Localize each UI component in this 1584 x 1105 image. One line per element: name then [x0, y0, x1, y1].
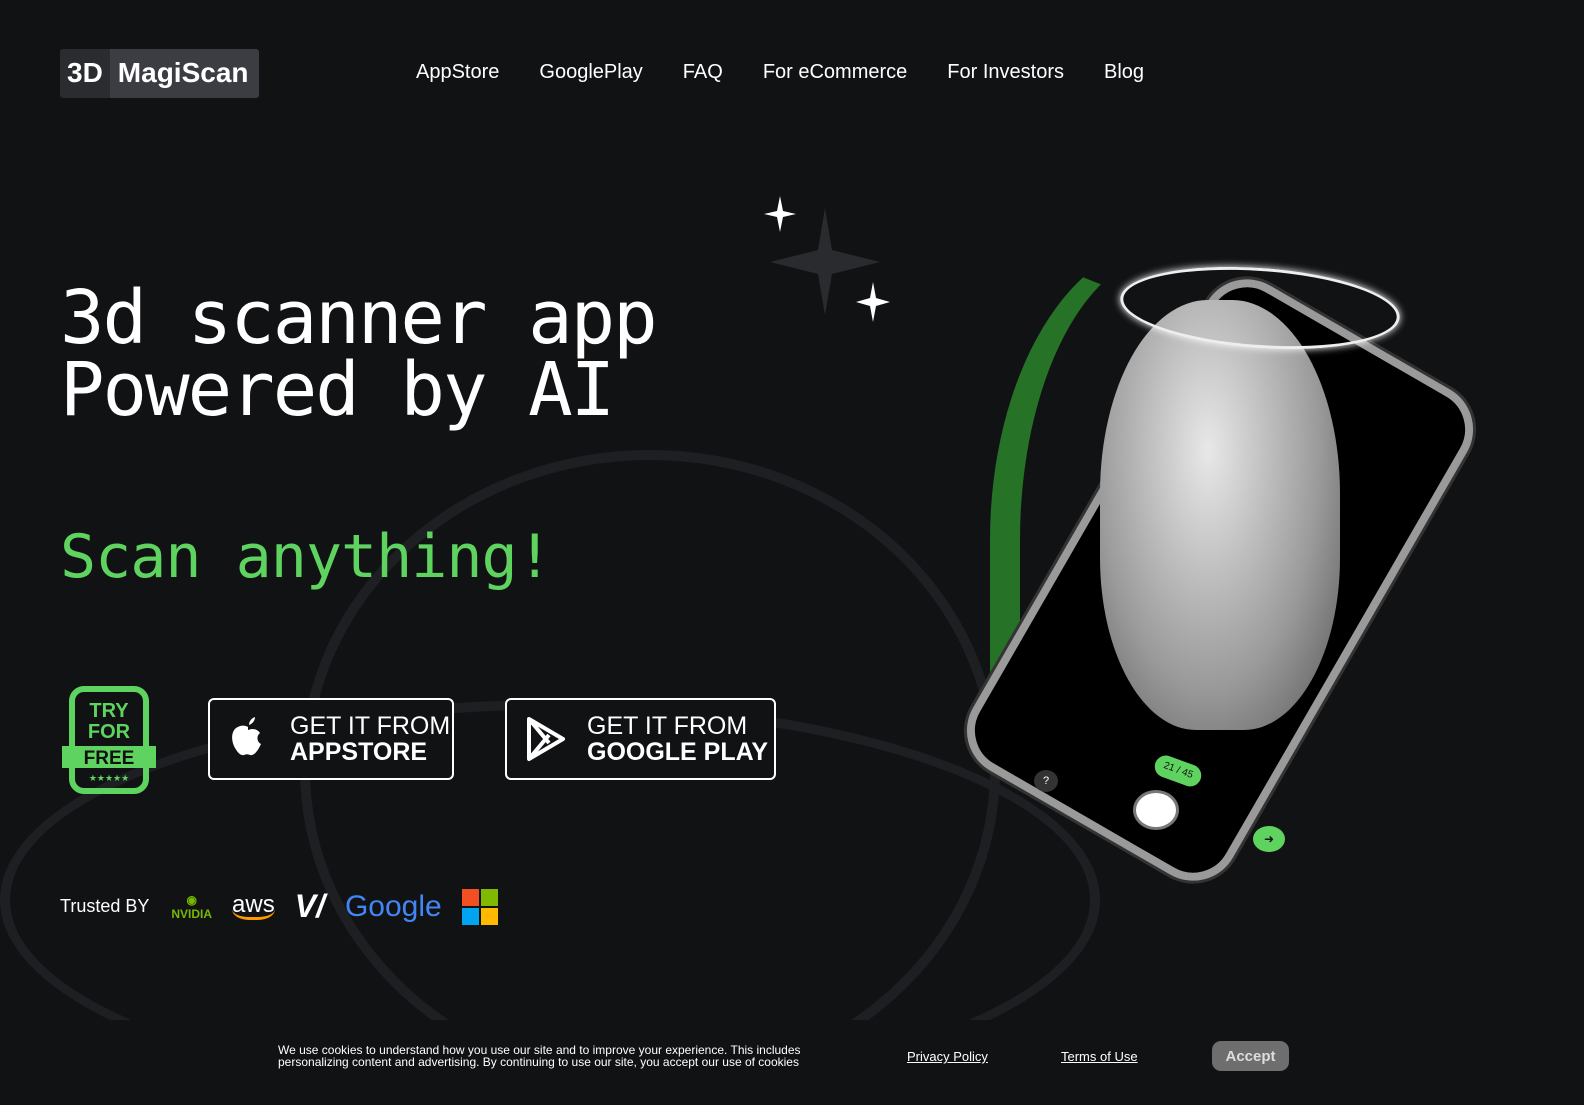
nvidia-logo: ◉ NVIDIA: [171, 892, 213, 921]
cookie-banner: We use cookies to understand how you use…: [0, 1020, 1584, 1105]
googleplay-bottom: GOOGLE PLAY: [587, 738, 769, 766]
help-icon: ?: [1034, 770, 1058, 792]
nav-googleplay[interactable]: GooglePlay: [539, 61, 642, 84]
google-logo: Google: [344, 889, 442, 923]
nav-investors[interactable]: For Investors: [947, 61, 1064, 84]
logo-3d: 3D: [60, 49, 110, 98]
svg-text:FOR: FOR: [88, 721, 131, 743]
appstore-button[interactable]: GET IT FROM APPSTORE: [208, 698, 454, 780]
vultr-logo: V/: [294, 888, 325, 924]
main-nav: AppStore GooglePlay FAQ For eCommerce Fo…: [416, 61, 1144, 84]
hero-title: 3d scanner app Powered by AI: [60, 275, 658, 433]
nav-ecommerce[interactable]: For eCommerce: [763, 61, 907, 84]
googleplay-button[interactable]: GET IT FROM GOOGLE PLAY: [505, 698, 776, 780]
appstore-top: GET IT FROM: [290, 712, 451, 740]
google-play-icon: [527, 717, 565, 761]
next-arrow-icon: ➜: [1253, 826, 1285, 852]
nav-appstore[interactable]: AppStore: [416, 61, 499, 84]
cookie-text: We use cookies to understand how you use…: [278, 1043, 801, 1069]
googleplay-top: GET IT FROM: [587, 712, 748, 740]
svg-text:★★★★★: ★★★★★: [89, 774, 129, 784]
accept-button[interactable]: Accept: [1212, 1041, 1289, 1071]
nav-blog[interactable]: Blog: [1104, 61, 1144, 84]
appstore-bottom: APPSTORE: [290, 738, 428, 766]
nav-faq[interactable]: FAQ: [683, 61, 723, 84]
shutter-button: [1133, 790, 1179, 830]
logo[interactable]: 3D MagiScan: [60, 49, 259, 98]
apple-icon: [232, 717, 261, 756]
sparkle-icon: [764, 196, 890, 322]
privacy-policy-link[interactable]: Privacy Policy: [907, 1049, 988, 1064]
aws-logo: aws: [232, 891, 275, 920]
svg-text:FREE: FREE: [84, 748, 135, 769]
trusted-by: Trusted BY ◉ NVIDIA aws V/ Google: [60, 888, 498, 925]
trusted-label: Trusted BY: [60, 896, 150, 916]
terms-link[interactable]: Terms of Use: [1061, 1049, 1138, 1064]
svg-text:TRY: TRY: [89, 700, 129, 722]
hero-tagline: Scan anything!: [60, 522, 553, 592]
microsoft-logo: [461, 888, 498, 925]
try-for-free-badge[interactable]: TRY FOR FREE ★★★★★: [62, 686, 156, 794]
statue-scan-image: [1100, 300, 1340, 730]
logo-name: MagiScan: [109, 49, 259, 98]
